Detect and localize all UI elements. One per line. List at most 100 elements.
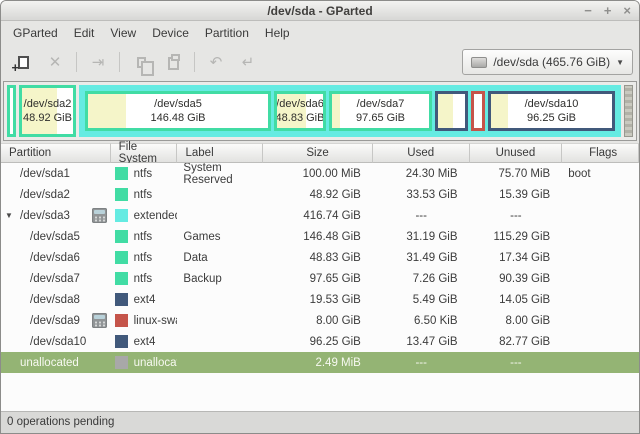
table-row-sda7[interactable]: /dev/sda7 ntfs Backup 97.65 GiB 7.26 GiB 90.3… bbox=[1, 268, 639, 289]
filesystem-cell: linux-swap bbox=[111, 310, 177, 331]
window-controls: − + × bbox=[584, 1, 631, 21]
device-selector-dropdown[interactable]: /dev/sda (465.76 GiB) ▼ bbox=[462, 49, 633, 75]
graph-segment-sda6[interactable]: /dev/sda6 48.83 GiB bbox=[274, 91, 326, 131]
graph-segment-sda5[interactable]: /dev/sda5 146.48 GiB bbox=[85, 91, 271, 131]
size-cell: 96.25 GiB bbox=[309, 335, 361, 348]
table-row-sda9[interactable]: /dev/sda9 linux-swap 8.00 GiB 6.50 KiB 8.00 … bbox=[1, 310, 639, 331]
partition-cell: unallocated bbox=[1, 352, 111, 373]
graph-extended-sda3[interactable]: /dev/sda5 146.48 GiB/dev/sda6 48.83 GiB/de… bbox=[79, 85, 621, 137]
menu-help[interactable]: Help bbox=[257, 21, 298, 45]
title-bar: /dev/sda - GParted − + × bbox=[1, 1, 639, 21]
column-header-unused[interactable]: Unused bbox=[469, 143, 563, 163]
undo-icon: ↶ bbox=[209, 53, 223, 71]
table-row-sda6[interactable]: /dev/sda6 ntfs Data 48.83 GiB 31.49 GiB 17.34… bbox=[1, 247, 639, 268]
new-partition-button[interactable] bbox=[9, 49, 37, 75]
column-header-flags[interactable]: Flags bbox=[562, 143, 639, 163]
graph-segment-unallocated[interactable] bbox=[624, 85, 633, 137]
filesystem-color-swatch bbox=[114, 209, 128, 222]
menu-device[interactable]: Device bbox=[144, 21, 197, 45]
apply-button[interactable]: ↵ bbox=[234, 49, 262, 75]
menu-gparted[interactable]: GParted bbox=[5, 21, 66, 45]
graph-partition-name: /dev/sda7 bbox=[356, 98, 405, 110]
column-header-file-system[interactable]: File System bbox=[110, 141, 178, 165]
partition-name: /dev/sda2 bbox=[20, 188, 70, 201]
graph-segment-sda10[interactable]: /dev/sda10 96.25 GiB bbox=[488, 91, 615, 131]
resize-move-button[interactable]: ⇥ bbox=[84, 49, 112, 75]
filesystem-name: ntfs bbox=[133, 230, 153, 243]
partition-cell: /dev/sda2 bbox=[1, 184, 111, 205]
column-header-partition[interactable]: Partition bbox=[1, 143, 111, 163]
flags-cell: boot bbox=[568, 167, 591, 180]
used-cell: 5.49 GiB bbox=[412, 293, 458, 306]
used-cell: 31.19 GiB bbox=[406, 230, 458, 243]
filesystem-color-swatch bbox=[114, 293, 128, 306]
filesystem-cell: ntfs bbox=[111, 247, 178, 268]
unused-cell: 82.77 GiB bbox=[499, 335, 551, 348]
filesystem-name: ext4 bbox=[133, 293, 156, 306]
size-cell: 416.74 GiB bbox=[303, 209, 361, 222]
chevron-down-icon: ▼ bbox=[616, 57, 624, 67]
label-cell bbox=[177, 184, 263, 205]
filesystem-cell: ntfs bbox=[111, 226, 178, 247]
table-row-sda8[interactable]: /dev/sda8 ext4 19.53 GiB 5.49 GiB 14.05 GiB bbox=[1, 289, 639, 310]
partition-name: /dev/sda3 bbox=[20, 209, 70, 222]
menu-partition[interactable]: Partition bbox=[197, 21, 257, 45]
label-cell: Backup bbox=[183, 272, 222, 285]
partition-cell: /dev/sda5 bbox=[1, 226, 111, 247]
delete-partition-button[interactable]: ✕ bbox=[41, 49, 69, 75]
copy-icon bbox=[136, 56, 154, 76]
column-header-size[interactable]: Size bbox=[263, 143, 373, 163]
toolbar: ✕ ⇥ ↶ ↵ /dev/sda (465.76 GiB) ▼ bbox=[1, 45, 639, 79]
partition-cell: /dev/sda7 bbox=[1, 268, 111, 289]
graph-segment-label: /dev/sda10 96.25 GiB bbox=[491, 94, 612, 128]
graph-segment-sda9[interactable] bbox=[471, 91, 485, 131]
toolbar-separator bbox=[76, 52, 77, 72]
graph-segment-label: /dev/sda2 48.92 GiB bbox=[22, 88, 73, 134]
used-space-fill bbox=[438, 94, 453, 128]
close-icon[interactable]: × bbox=[623, 1, 631, 21]
size-cell: 48.83 GiB bbox=[309, 251, 361, 264]
used-cell: --- bbox=[415, 356, 427, 369]
label-cell bbox=[177, 352, 263, 373]
menu-view[interactable]: View bbox=[102, 21, 144, 45]
used-cell: 24.30 MiB bbox=[405, 167, 458, 180]
graph-segment-sda8[interactable] bbox=[435, 91, 468, 131]
table-row-unallocated[interactable]: unallocated unallocated 2.49 MiB --- --- bbox=[1, 352, 639, 373]
unused-cell: --- bbox=[510, 356, 522, 369]
size-cell: 2.49 MiB bbox=[315, 356, 361, 369]
partition-name: /dev/sda1 bbox=[20, 167, 70, 180]
delete-partition-icon: ✕ bbox=[48, 53, 62, 71]
table-row-sda3[interactable]: ▼ /dev/sda3 extended 416.74 GiB --- --- bbox=[1, 205, 639, 226]
size-cell: 19.53 GiB bbox=[309, 293, 361, 306]
copy-button[interactable] bbox=[127, 49, 155, 76]
flags-cell bbox=[562, 289, 639, 310]
table-row-sda10[interactable]: /dev/sda10 ext4 96.25 GiB 13.47 GiB 82.77 Gi… bbox=[1, 331, 639, 352]
partition-graph-wrap: /dev/sda2 48.92 GiB/dev/sda5 146.48 GiB/de… bbox=[1, 79, 639, 143]
used-cell: 6.50 KiB bbox=[414, 314, 458, 327]
column-header-used[interactable]: Used bbox=[372, 143, 470, 163]
graph-segment-label: /dev/sda5 146.48 GiB bbox=[88, 94, 268, 128]
expander-icon[interactable]: ▼ bbox=[5, 211, 13, 220]
flags-cell bbox=[562, 184, 639, 205]
minimize-icon[interactable]: − bbox=[584, 1, 592, 21]
filesystem-color-swatch bbox=[114, 356, 128, 369]
paste-button[interactable] bbox=[159, 49, 187, 75]
partition-table-body: /dev/sda1 ntfs System Reserved 100.00 MiB 24… bbox=[1, 163, 639, 411]
size-cell: 8.00 GiB bbox=[316, 314, 361, 327]
partition-cell: /dev/sda8 bbox=[1, 289, 111, 310]
menu-edit[interactable]: Edit bbox=[66, 21, 103, 45]
undo-button[interactable]: ↶ bbox=[202, 49, 230, 75]
filesystem-cell: ntfs bbox=[111, 163, 178, 184]
table-row-sda1[interactable]: /dev/sda1 ntfs System Reserved 100.00 MiB 24… bbox=[1, 163, 639, 184]
graph-segment-sda1[interactable] bbox=[7, 85, 16, 137]
table-row-sda2[interactable]: /dev/sda2 ntfs 48.92 GiB 33.53 GiB 15.39 GiB bbox=[1, 184, 639, 205]
table-row-sda5[interactable]: /dev/sda5 ntfs Games 146.48 GiB 31.19 GiB 115… bbox=[1, 226, 639, 247]
column-header-label[interactable]: Label bbox=[177, 143, 264, 163]
size-cell: 146.48 GiB bbox=[303, 230, 361, 243]
graph-segment-sda7[interactable]: /dev/sda7 97.65 GiB bbox=[329, 91, 432, 131]
label-cell bbox=[177, 289, 263, 310]
key-lock-icon bbox=[91, 313, 107, 328]
filesystem-cell: ext4 bbox=[111, 289, 178, 310]
graph-segment-sda2[interactable]: /dev/sda2 48.92 GiB bbox=[19, 85, 76, 137]
maximize-icon[interactable]: + bbox=[604, 1, 612, 21]
